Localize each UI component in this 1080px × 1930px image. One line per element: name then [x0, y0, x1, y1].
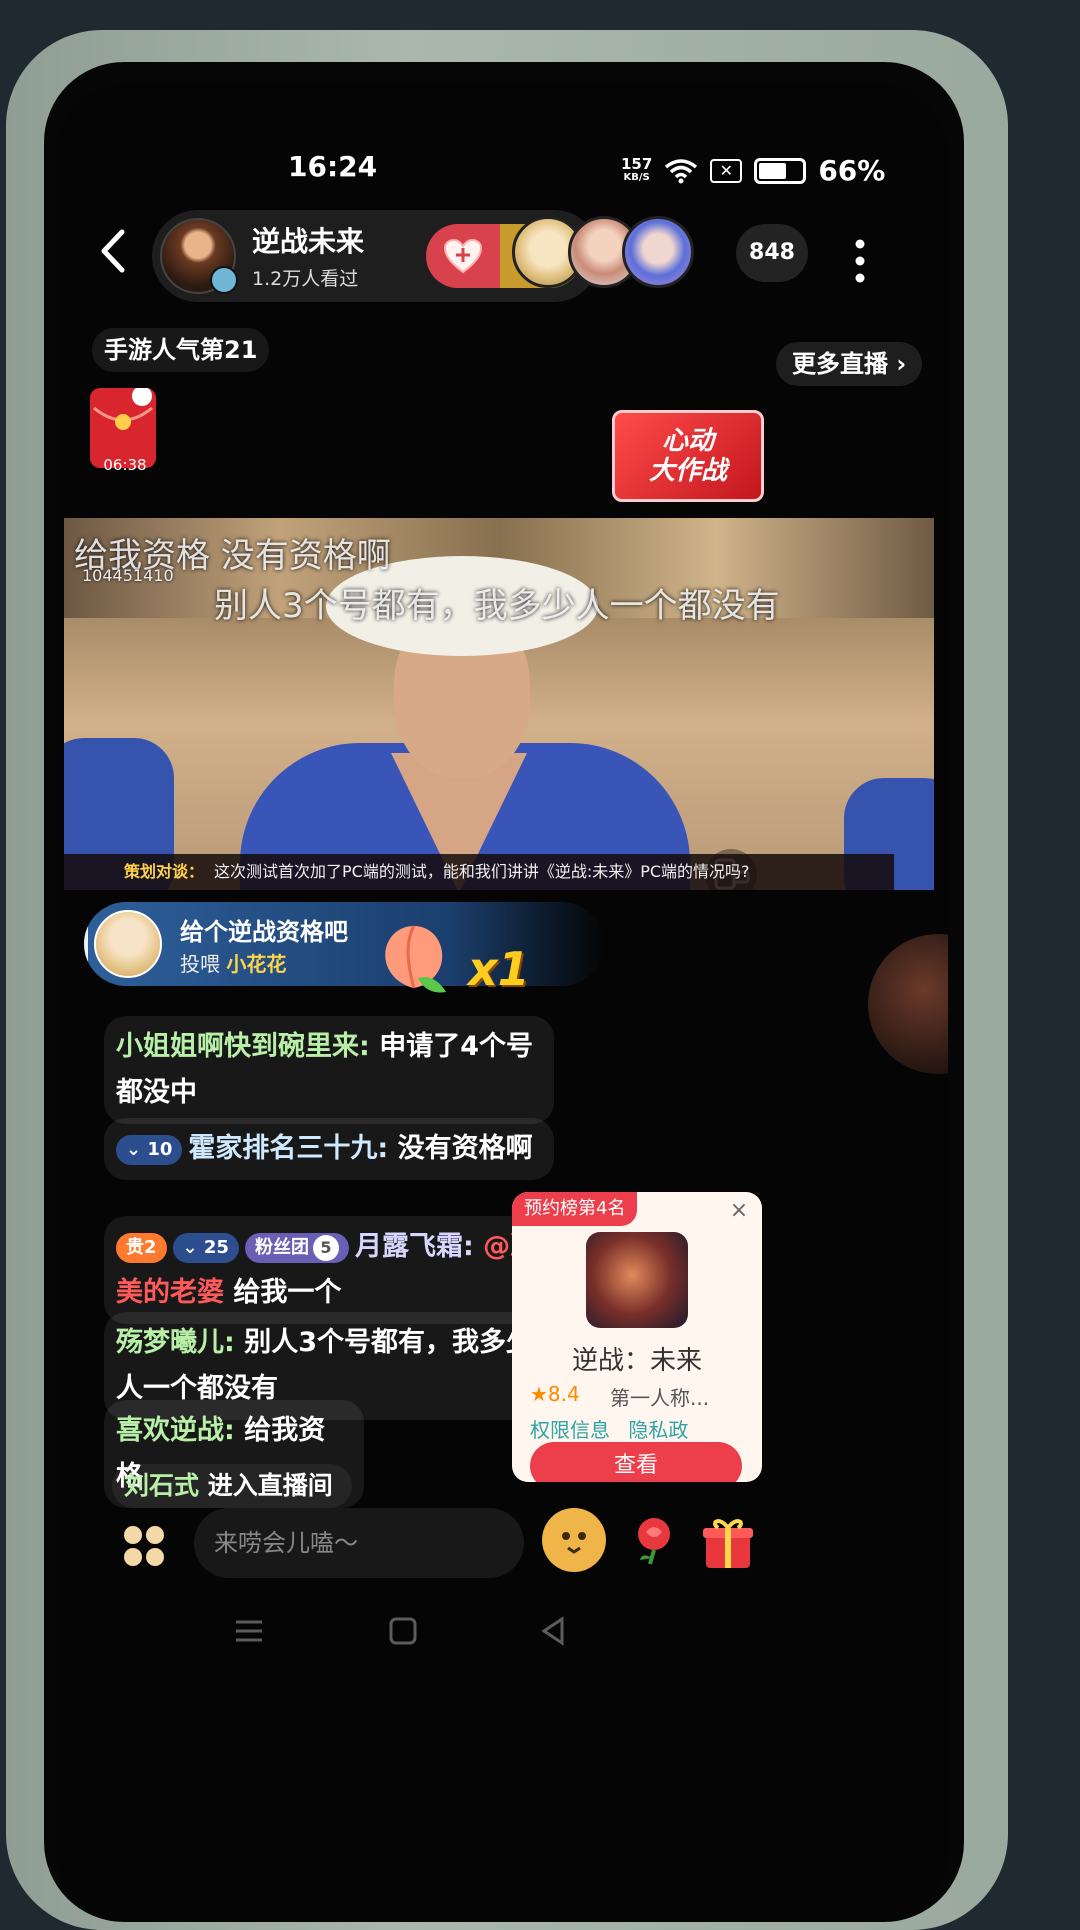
reservation-rank-tag: 预约榜第4名	[512, 1192, 638, 1226]
viewer-count[interactable]: 848	[736, 224, 808, 282]
status-time: 16:24	[288, 150, 378, 183]
game-links: 权限信息 隐私政	[530, 1414, 688, 1443]
view-button[interactable]: 查看	[530, 1442, 742, 1482]
gift-box-icon[interactable]	[698, 1512, 758, 1572]
chat-username[interactable]: 霍家排名三十九:	[188, 1133, 388, 1164]
more-live-button[interactable]: 更多直播 ›	[776, 342, 923, 386]
gift-sender-name: 给个逆战资格吧	[180, 918, 348, 946]
emoji-icon	[562, 1532, 586, 1554]
game-rating: ★8.4	[530, 1382, 580, 1406]
vip-badge: 贵2	[116, 1232, 167, 1263]
chat-text: 没有资格啊	[388, 1133, 533, 1164]
battery-fill	[759, 162, 786, 179]
game-genre: 第一人称...	[610, 1386, 710, 1410]
topic-text: 这次测试首次加了PC端的测试，能和我们讲讲《逆战:未来》PC端的情况吗?	[214, 862, 750, 881]
permission-info-link[interactable]: 权限信息	[530, 1418, 610, 1442]
chat-message[interactable]: 小姐姐啊快到碗里来: 申请了4个号都没中	[104, 1016, 554, 1124]
fan-club-badge: 粉丝团 5	[244, 1232, 349, 1263]
battery-icon	[754, 157, 807, 184]
user-level-badge: ⌄ 25	[172, 1232, 239, 1263]
event-banner[interactable]: 心动 大作战	[612, 410, 764, 502]
viewer-id: 104451410	[82, 566, 174, 585]
topic-bar: 策划对谈： 这次测试首次加了PC端的测试，能和我们讲讲《逆战:未来》PC端的情况吗…	[64, 854, 894, 890]
status-icons: 157 KB/S ✕ 66%	[621, 154, 885, 187]
gift-multiplier: x1	[468, 942, 530, 996]
privacy-policy-link[interactable]: 隐私政	[628, 1418, 688, 1442]
side-planet-decoration	[868, 934, 948, 1074]
host-name: 逆战未来	[252, 225, 365, 258]
game-icon[interactable]	[586, 1232, 688, 1328]
back-nav-icon[interactable]	[536, 1614, 570, 1648]
verified-icon	[210, 266, 238, 294]
menu-nav-icon[interactable]	[232, 1614, 266, 1648]
wifi-icon	[665, 158, 698, 183]
viewer-avatar[interactable]	[622, 216, 694, 288]
emoji-button[interactable]	[542, 1508, 606, 1572]
phone-screen: 16:24 157 KB/S ✕ 66% 逆战未来 1.2万人看过 848 手游…	[56, 84, 948, 1920]
chat-username[interactable]: 小姐姐啊快到碗里来:	[116, 1031, 370, 1062]
chat-username[interactable]: 月露飞霜:	[355, 1231, 474, 1262]
danmaku-caption: 别人3个号都有，我多少人一个都没有	[214, 586, 780, 626]
game-name: 逆战：未来	[571, 1346, 702, 1376]
chat-username[interactable]: 殇梦曦儿:	[116, 1327, 235, 1358]
peach-gift-icon	[385, 925, 446, 993]
live-video[interactable]: 给我资格 没有资格啊 104451410 别人3个号都有，我多少人一个都没有	[64, 518, 934, 890]
topic-label: 策划对谈：	[124, 862, 205, 881]
network-speed: 157 KB/S	[621, 154, 653, 183]
chat-text: 给我一个	[224, 1277, 342, 1308]
home-nav-icon[interactable]	[386, 1614, 420, 1648]
chat-input[interactable]: 来唠会儿嗑～	[194, 1508, 524, 1578]
host-viewers: 1.2万人看过	[252, 268, 359, 290]
gift-sender-avatar	[94, 910, 162, 978]
user-level-badge: ⌄ 10	[116, 1134, 183, 1165]
chat-username[interactable]: 喜欢逆战:	[116, 1415, 235, 1446]
game-reservation-card[interactable]: 预约榜第4名 × 逆战：未来 ★8.4 第一人称... 权限信息 隐私政 查看	[512, 1192, 762, 1482]
enter-room-message: 刘石式 进入直播间	[112, 1464, 352, 1508]
follow-heart-button[interactable]	[426, 224, 500, 288]
red-packet-timer: 06:38	[103, 456, 147, 474]
sim-icon: ✕	[710, 158, 743, 183]
close-icon[interactable]: ×	[726, 1198, 752, 1224]
popularity-rank-tag[interactable]: 手游人气第21	[92, 328, 270, 372]
apps-grid-icon[interactable]	[120, 1522, 168, 1570]
chat-username[interactable]: 刘石式	[124, 1471, 199, 1500]
system-nav-bar	[56, 1594, 948, 1674]
back-arrow-icon[interactable]	[96, 224, 130, 278]
rose-gift-icon[interactable]	[626, 1512, 682, 1568]
battery-percent: 66%	[818, 154, 886, 187]
gift-description: 投喂 小花花	[180, 952, 287, 976]
heart-icon	[443, 238, 483, 274]
chat-message[interactable]: 贵2 ⌄ 25 粉丝团 5 月露飞霜: @凌美的老婆 给我一个	[104, 1216, 554, 1324]
more-menu-icon[interactable]	[854, 238, 866, 284]
chat-message[interactable]: ⌄ 10 霍家排名三十九: 没有资格啊	[104, 1118, 554, 1180]
